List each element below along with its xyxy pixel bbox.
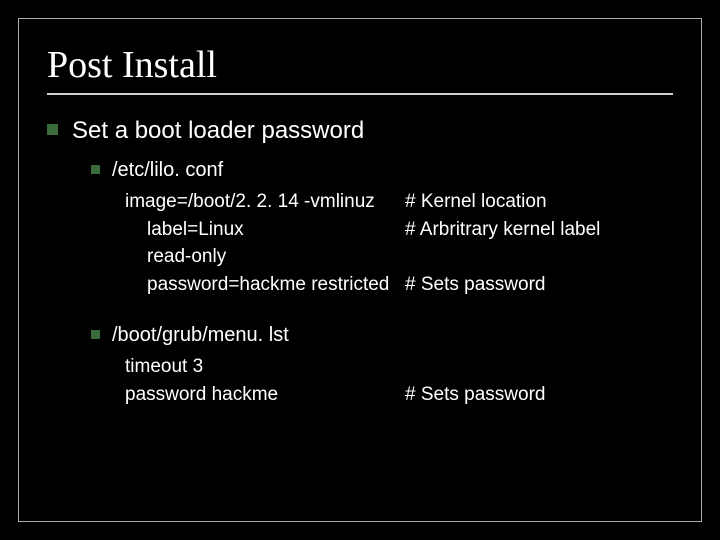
title-rule: [47, 93, 673, 95]
code-line: label=Linux # Arbritrary kernel label: [125, 216, 673, 244]
code-comment: # Arbritrary kernel label: [405, 216, 600, 244]
code-line: timeout 3: [125, 353, 673, 381]
main-bullet-row: Set a boot loader password: [47, 117, 673, 145]
slide-title: Post Install: [47, 43, 673, 87]
code-comment: # Sets password: [405, 381, 545, 409]
code-block: image=/boot/2. 2. 14 -vmlinuz # Kernel l…: [125, 188, 673, 298]
code-left: timeout 3: [125, 353, 405, 381]
code-comment: # Kernel location: [405, 188, 547, 216]
slide-frame: Post Install Set a boot loader password …: [18, 18, 702, 522]
main-bullet-text: Set a boot loader password: [72, 117, 364, 145]
code-left: image=/boot/2. 2. 14 -vmlinuz: [125, 188, 405, 216]
section-heading: /etc/lilo. conf: [112, 159, 223, 182]
bullet-icon: [47, 124, 58, 135]
section-1: /etc/lilo. conf image=/boot/2. 2. 14 -vm…: [91, 159, 673, 298]
code-line: read-only: [125, 243, 673, 271]
section-heading-row: /boot/grub/menu. lst: [91, 324, 673, 347]
section-heading-row: /etc/lilo. conf: [91, 159, 673, 182]
code-left: read-only: [125, 243, 405, 271]
code-left: password=hackme restricted: [125, 271, 405, 299]
bullet-icon: [91, 330, 100, 339]
section-2: /boot/grub/menu. lst timeout 3 password …: [91, 324, 673, 408]
code-left: password hackme: [125, 381, 405, 409]
code-line: password=hackme restricted # Sets passwo…: [125, 271, 673, 299]
code-left: label=Linux: [125, 216, 405, 244]
code-line: password hackme # Sets password: [125, 381, 673, 409]
code-block: timeout 3 password hackme # Sets passwor…: [125, 353, 673, 408]
code-line: image=/boot/2. 2. 14 -vmlinuz # Kernel l…: [125, 188, 673, 216]
bullet-icon: [91, 165, 100, 174]
section-heading: /boot/grub/menu. lst: [112, 324, 289, 347]
code-comment: # Sets password: [405, 271, 545, 299]
